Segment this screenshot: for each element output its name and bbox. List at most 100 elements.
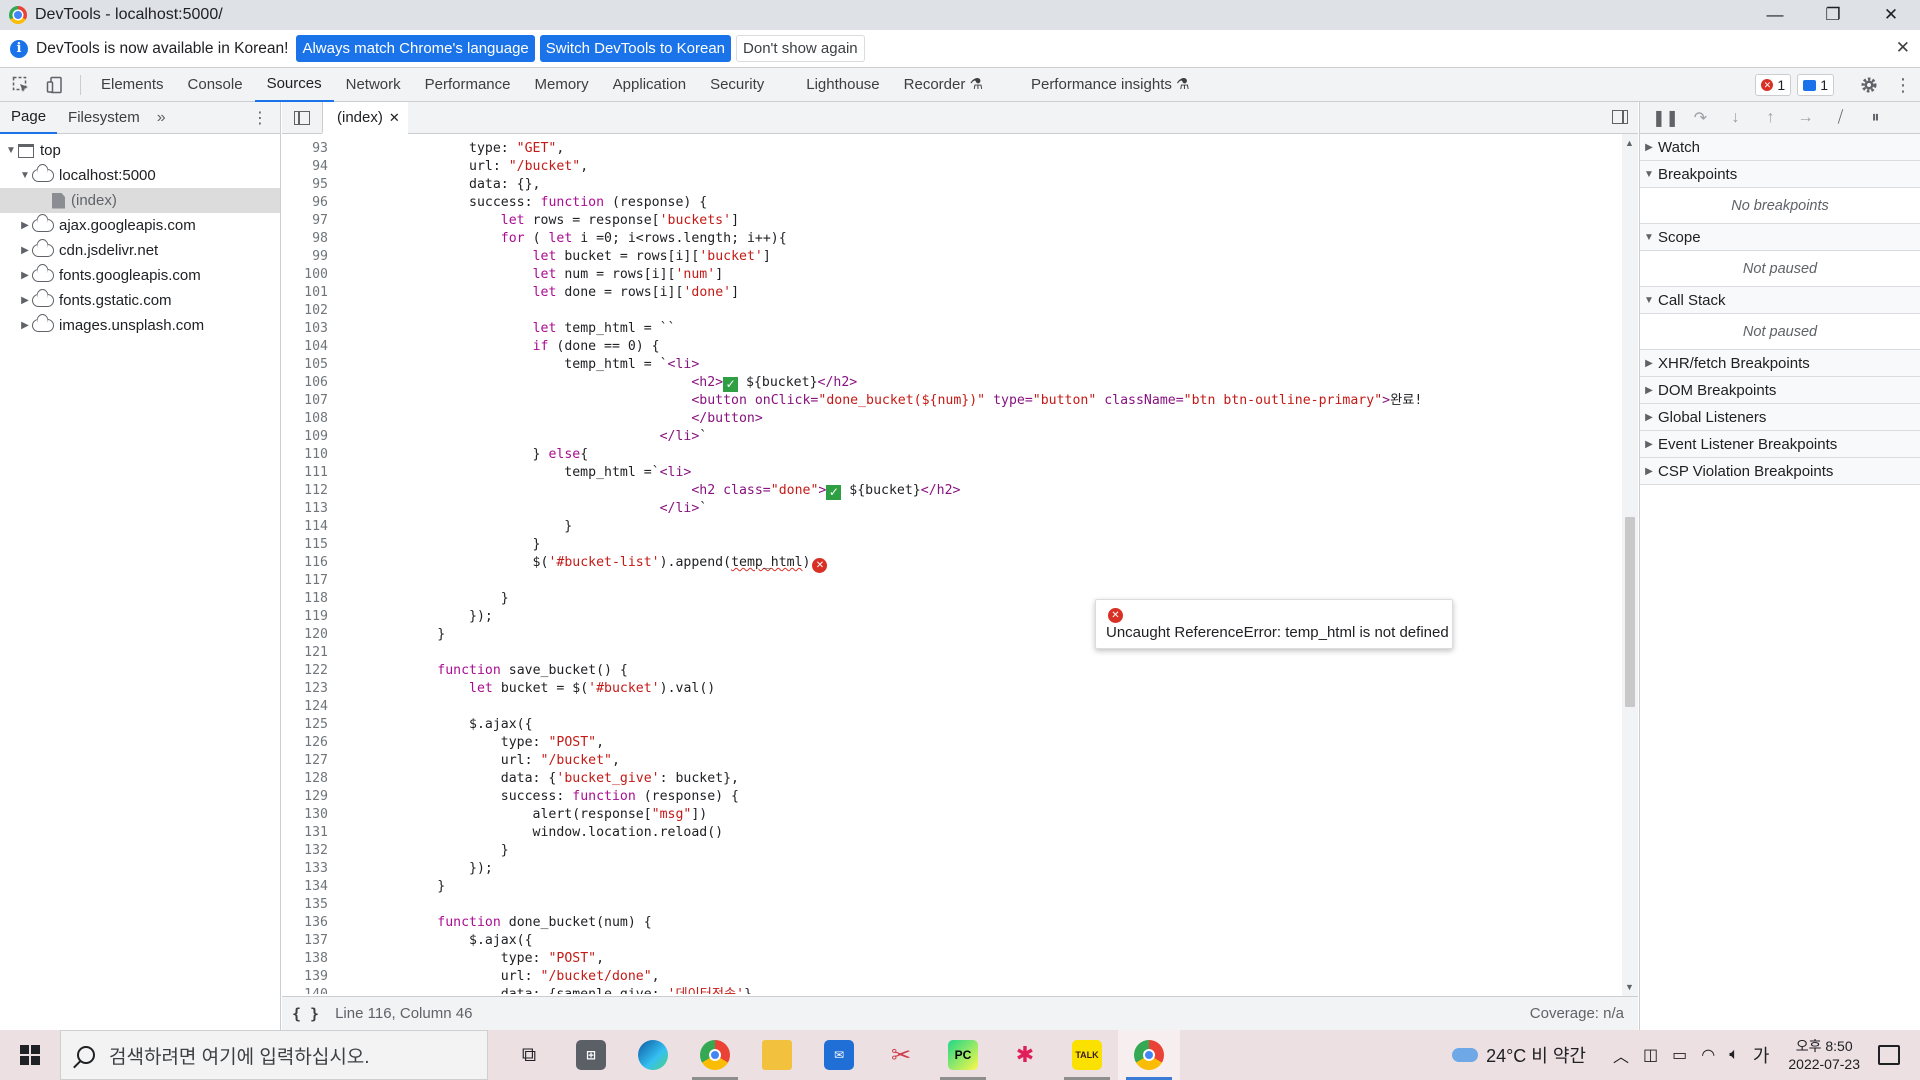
line-number[interactable]: 113: [282, 500, 328, 518]
line-number[interactable]: 125: [282, 716, 328, 734]
minimize-button[interactable]: —: [1746, 0, 1804, 30]
line-number[interactable]: 103: [282, 320, 328, 338]
tree-item-top[interactable]: ▼ top: [0, 138, 280, 163]
snipping-app[interactable]: ✂: [870, 1030, 932, 1080]
tab-network[interactable]: Network: [334, 68, 413, 102]
line-number[interactable]: 102: [282, 302, 328, 320]
code-line[interactable]: 93 type: "GET",: [282, 140, 1622, 158]
navigator-tab-filesystem[interactable]: Filesystem: [57, 102, 151, 134]
line-number[interactable]: 105: [282, 356, 328, 374]
scrollbar-thumb[interactable]: [1625, 517, 1635, 707]
line-number[interactable]: 120: [282, 626, 328, 644]
line-number[interactable]: 108: [282, 410, 328, 428]
line-number[interactable]: 111: [282, 464, 328, 482]
line-number[interactable]: 130: [282, 806, 328, 824]
line-number[interactable]: 107: [282, 392, 328, 410]
close-infobar-icon[interactable]: ✕: [1896, 38, 1910, 58]
kakaotalk-app[interactable]: TALK: [1056, 1030, 1118, 1080]
tab-security[interactable]: Security: [698, 68, 776, 102]
chrome-devtools-app[interactable]: [1118, 1030, 1180, 1080]
code-line[interactable]: 133 });: [282, 860, 1622, 878]
section-global-listeners[interactable]: ▶ Global Listeners: [1640, 404, 1920, 431]
task-view-button[interactable]: ⧉: [498, 1030, 560, 1080]
step-over-icon[interactable]: ↷: [1683, 108, 1718, 128]
section-event-listener-breakpoints[interactable]: ▶ Event Listener Breakpoints: [1640, 431, 1920, 458]
slack-app[interactable]: ✱: [994, 1030, 1056, 1080]
line-number[interactable]: 97: [282, 212, 328, 230]
line-number[interactable]: 118: [282, 590, 328, 608]
section-csp-violation-breakpoints[interactable]: ▶ CSP Violation Breakpoints: [1640, 458, 1920, 485]
tab-application[interactable]: Application: [601, 68, 698, 102]
message-count-badge[interactable]: 1: [1797, 74, 1834, 96]
close-tab-icon[interactable]: ✕: [389, 110, 400, 125]
pycharm-app[interactable]: PC: [932, 1030, 994, 1080]
section-dom-breakpoints[interactable]: ▶ DOM Breakpoints: [1640, 377, 1920, 404]
webcam-icon[interactable]: ◫: [1643, 1045, 1658, 1065]
editor-scrollbar[interactable]: ▲ ▼: [1622, 134, 1638, 996]
code-line[interactable]: 117: [282, 572, 1622, 590]
section-xhr-breakpoints[interactable]: ▶ XHR/fetch Breakpoints: [1640, 350, 1920, 377]
scroll-up-arrow-icon[interactable]: ▲: [1625, 138, 1634, 148]
tab-performance[interactable]: Performance: [413, 68, 523, 102]
line-number[interactable]: 96: [282, 194, 328, 212]
code-line[interactable]: 132 }: [282, 842, 1622, 860]
line-number[interactable]: 99: [282, 248, 328, 266]
line-number[interactable]: 133: [282, 860, 328, 878]
step-out-icon[interactable]: ↑: [1753, 109, 1788, 127]
collapse-arrow-icon[interactable]: ▶: [18, 270, 32, 281]
code-line[interactable]: 110 } else{: [282, 446, 1622, 464]
code-line[interactable]: 127 url: "/bucket",: [282, 752, 1622, 770]
toggle-debugger-icon[interactable]: [1612, 110, 1628, 124]
wifi-icon[interactable]: ◠: [1701, 1045, 1715, 1065]
more-options-icon[interactable]: ⋮: [1886, 68, 1920, 102]
code-line[interactable]: 129 success: function (response) {: [282, 788, 1622, 806]
line-number[interactable]: 119: [282, 608, 328, 626]
line-number[interactable]: 93: [282, 140, 328, 158]
code-line[interactable]: 131 window.location.reload(): [282, 824, 1622, 842]
code-line[interactable]: 135: [282, 896, 1622, 914]
code-line[interactable]: 111 temp_html =`<li>: [282, 464, 1622, 482]
ime-indicator[interactable]: 가: [1753, 1042, 1770, 1068]
taskbar-search[interactable]: 검색하려면 여기에 입력하십시오.: [60, 1030, 488, 1080]
line-number[interactable]: 131: [282, 824, 328, 842]
code-line[interactable]: 107 <button onClick="done_bucket(${num})…: [282, 392, 1622, 410]
expand-arrow-icon[interactable]: ▼: [4, 145, 18, 156]
code-line[interactable]: 112 <h2 class="done"> ✓ ${bucket}</h2>: [282, 482, 1622, 500]
line-number[interactable]: 137: [282, 932, 328, 950]
section-breakpoints[interactable]: ▼ Breakpoints: [1640, 161, 1920, 188]
code-line[interactable]: 109 </li>`: [282, 428, 1622, 446]
scroll-down-arrow-icon[interactable]: ▼: [1625, 982, 1634, 992]
code-line[interactable]: 108 </button>: [282, 410, 1622, 428]
inspect-element-icon[interactable]: [4, 68, 38, 102]
settings-gear-icon[interactable]: [1852, 68, 1886, 102]
collapse-arrow-icon[interactable]: ▶: [18, 220, 32, 231]
line-number[interactable]: 123: [282, 680, 328, 698]
code-line[interactable]: 106 <h2> ✓ ${bucket}</h2>: [282, 374, 1622, 392]
line-number[interactable]: 127: [282, 752, 328, 770]
restore-button[interactable]: ❐: [1804, 0, 1862, 30]
code-line[interactable]: 97 let rows = response['buckets']: [282, 212, 1622, 230]
tab-memory[interactable]: Memory: [523, 68, 601, 102]
step-into-icon[interactable]: ↓: [1718, 109, 1753, 127]
tree-item-domain[interactable]: ▶ fonts.gstatic.com: [0, 288, 280, 313]
line-number[interactable]: 94: [282, 158, 328, 176]
code-line[interactable]: 113 </li>`: [282, 500, 1622, 518]
tab-console[interactable]: Console: [176, 68, 255, 102]
line-number[interactable]: 117: [282, 572, 328, 590]
line-number[interactable]: 106: [282, 374, 328, 392]
pretty-print-icon[interactable]: { }: [292, 1005, 319, 1023]
step-icon[interactable]: →: [1788, 109, 1823, 127]
line-number[interactable]: 101: [282, 284, 328, 302]
more-tabs-chevron-icon[interactable]: »: [151, 109, 172, 127]
navigator-menu-icon[interactable]: ⋮: [252, 108, 268, 128]
dont-show-again-button[interactable]: Don't show again: [736, 35, 865, 62]
line-number[interactable]: 114: [282, 518, 328, 536]
collapse-arrow-icon[interactable]: ▶: [18, 245, 32, 256]
tree-item-index[interactable]: (index): [0, 188, 280, 213]
code-line[interactable]: 139 url: "/bucket/done",: [282, 968, 1622, 986]
code-line[interactable]: 130 alert(response["msg"]): [282, 806, 1622, 824]
code-line[interactable]: 94 url: "/bucket",: [282, 158, 1622, 176]
chevron-up-icon[interactable]: ︿: [1613, 1043, 1629, 1067]
notification-center-icon[interactable]: [1878, 1045, 1900, 1065]
code-line[interactable]: 122 function save_bucket() {: [282, 662, 1622, 680]
